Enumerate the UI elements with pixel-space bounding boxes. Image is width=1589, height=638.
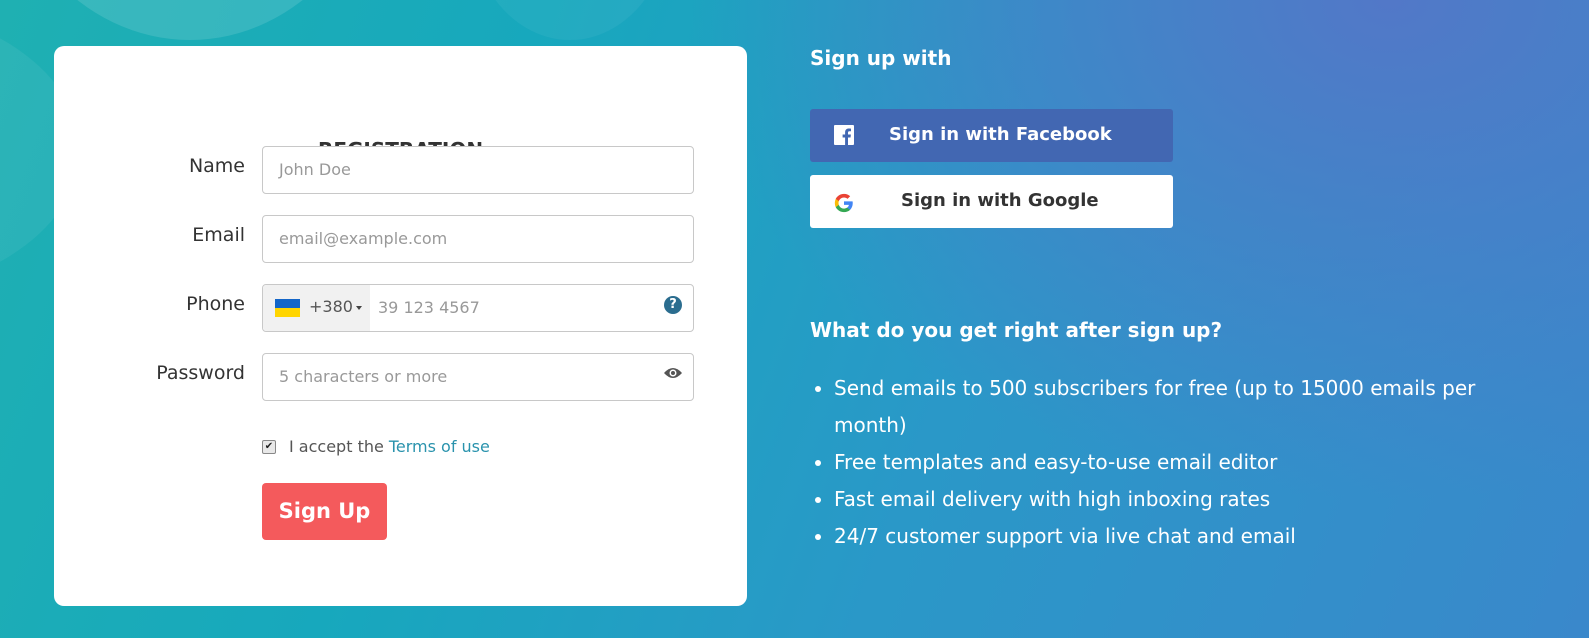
benefit-item: Fast email delivery with high inboxing r… xyxy=(834,481,1514,518)
name-placeholder: John Doe xyxy=(279,160,351,179)
email-label: Email xyxy=(192,224,245,246)
terms-text: I accept the xyxy=(289,437,384,456)
password-input[interactable]: 5 characters or more xyxy=(262,353,694,401)
facebook-icon xyxy=(834,125,854,145)
password-placeholder: 5 characters or more xyxy=(279,367,448,386)
terms-link[interactable]: Terms of use xyxy=(389,437,490,456)
question-circle-icon[interactable]: ? xyxy=(664,296,682,314)
facebook-button-label: Sign in with Facebook xyxy=(889,124,1112,145)
terms-row: ✔ I accept the Terms of use xyxy=(262,437,490,456)
name-input[interactable]: John Doe xyxy=(262,146,694,194)
sign-up-button[interactable]: Sign Up xyxy=(262,483,387,540)
social-heading: Sign up with xyxy=(810,46,952,70)
benefits-heading: What do you get right after sign up? xyxy=(810,318,1223,342)
google-icon xyxy=(834,193,853,213)
google-button-label: Sign in with Google xyxy=(901,190,1099,211)
phone-label: Phone xyxy=(186,293,245,315)
benefits-list: Send emails to 500 subscribers for free … xyxy=(810,370,1514,555)
email-placeholder: email@example.com xyxy=(279,229,448,248)
benefit-item: Send emails to 500 subscribers for free … xyxy=(834,370,1514,444)
country-code: +380 xyxy=(309,297,353,316)
caret-down-icon xyxy=(356,306,362,310)
eye-icon[interactable] xyxy=(663,366,683,380)
terms-checkbox[interactable]: ✔ xyxy=(262,439,276,454)
background-decoration xyxy=(0,0,390,40)
phone-placeholder: 39 123 4567 xyxy=(378,298,480,317)
facebook-signin-button[interactable]: Sign in with Facebook xyxy=(810,109,1173,162)
email-input[interactable]: email@example.com xyxy=(262,215,694,263)
google-signin-button[interactable]: Sign in with Google xyxy=(810,175,1173,228)
password-label: Password xyxy=(156,362,245,384)
benefit-item: 24/7 customer support via live chat and … xyxy=(834,518,1514,555)
country-code-selector[interactable]: +380 xyxy=(263,285,370,331)
name-label: Name xyxy=(188,155,245,177)
benefit-item: Free templates and easy-to-use email edi… xyxy=(834,444,1514,481)
ukraine-flag-icon xyxy=(275,299,300,317)
background-decoration xyxy=(470,0,670,40)
phone-input[interactable]: +380 39 123 4567 ? xyxy=(262,284,694,332)
